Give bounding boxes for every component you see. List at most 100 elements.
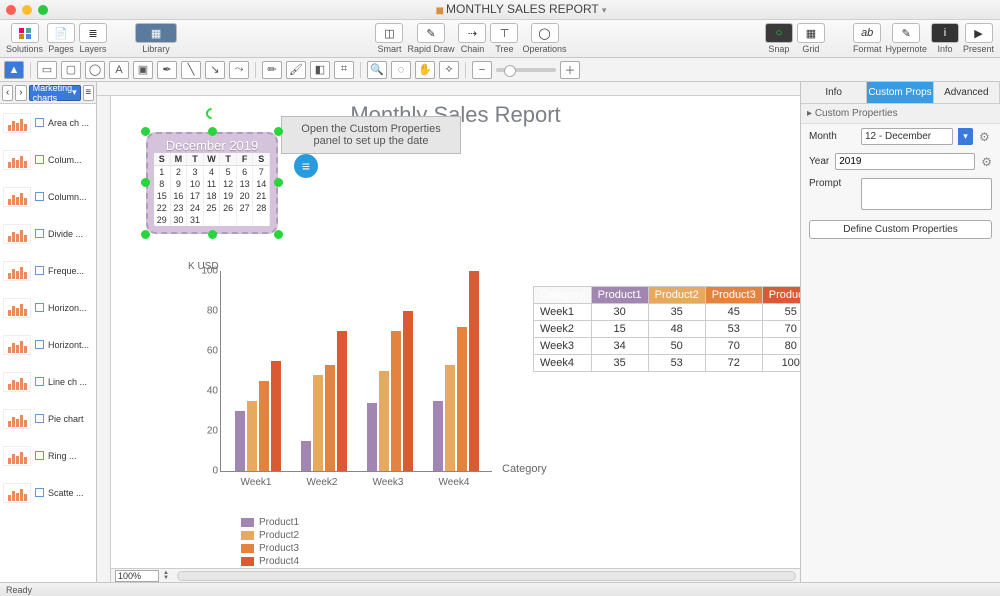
canvas-area[interactable]: Monthly Sales Report Open the Custom Pro…	[97, 82, 800, 582]
pointer-tool[interactable]: ▲	[4, 61, 24, 79]
horizontal-scrollbar[interactable]	[177, 571, 796, 581]
resize-handle[interactable]	[141, 178, 150, 187]
library-thumb-icon	[3, 298, 31, 318]
tree-button[interactable]: ⊤	[490, 23, 518, 43]
resize-handle[interactable]	[141, 230, 150, 239]
tab-advanced[interactable]: Advanced	[934, 82, 1000, 103]
define-custom-properties-button[interactable]: Define Custom Properties	[809, 220, 992, 239]
library-checkbox[interactable]	[35, 266, 44, 275]
resize-handle[interactable]	[274, 178, 283, 187]
lasso-tool[interactable]: ◌	[391, 61, 411, 79]
library-item[interactable]: Area ch ...	[0, 104, 96, 141]
zoom-tool[interactable]: 🔍	[367, 61, 387, 79]
library-item[interactable]: Column...	[0, 178, 96, 215]
resize-handle[interactable]	[208, 127, 217, 136]
zoom-value[interactable]: 100%	[115, 570, 159, 582]
action-menu-button[interactable]: ≡	[294, 154, 318, 178]
format-button[interactable]: ab	[853, 23, 881, 43]
operations-button[interactable]: ◯	[531, 23, 559, 43]
library-checkbox[interactable]	[35, 414, 44, 423]
library-item[interactable]: Colum...	[0, 141, 96, 178]
library-next-button[interactable]: ›	[15, 85, 26, 101]
zoom-stepper[interactable]: ▲▼	[163, 571, 173, 581]
gear-icon[interactable]: ⚙	[979, 130, 992, 143]
library-checkbox[interactable]	[35, 192, 44, 201]
library-item[interactable]: Freque...	[0, 252, 96, 289]
solutions-button[interactable]	[11, 23, 39, 43]
textbox-tool[interactable]: ▣	[133, 61, 153, 79]
library-checkbox[interactable]	[35, 155, 44, 164]
library-item[interactable]: Scatte ...	[0, 474, 96, 511]
chain-button[interactable]: ⇢	[458, 23, 486, 43]
year-input[interactable]	[835, 153, 975, 170]
month-select[interactable]: 12 - December	[861, 128, 953, 145]
x-tick: Week2	[294, 477, 350, 488]
hypernote-button[interactable]: ✎	[892, 23, 920, 43]
zoom-in-button[interactable]: ＋	[560, 61, 580, 79]
brush-tool[interactable]: 🖌	[286, 61, 306, 79]
close-window-icon[interactable]	[6, 5, 16, 15]
calendar-object[interactable]: December 2019 SMTWTFS1234567891011121314…	[146, 132, 278, 234]
library-collapse-button[interactable]: ≡	[83, 85, 94, 101]
x-tick: Week1	[228, 477, 284, 488]
zoom-out-button[interactable]: −	[472, 61, 492, 79]
pages-button[interactable]: 📄	[47, 23, 75, 43]
pen-tool[interactable]: ✒	[157, 61, 177, 79]
pencil-tool[interactable]: ✏	[262, 61, 282, 79]
rect-tool[interactable]: ▭	[37, 61, 57, 79]
tab-custom-props[interactable]: Custom Props	[867, 82, 933, 103]
library-picker[interactable]: Marketing charts▾	[29, 85, 81, 101]
library-prev-button[interactable]: ‹	[2, 85, 13, 101]
library-item[interactable]: Divide ...	[0, 215, 96, 252]
connector-tool[interactable]: ⤳	[229, 61, 249, 79]
tab-info[interactable]: Info	[801, 82, 867, 103]
bar-chart[interactable]: K USD 020406080100 Category Week1Week2We…	[186, 271, 496, 501]
info-button[interactable]: i	[931, 23, 959, 43]
zoom-slider[interactable]	[496, 68, 556, 72]
resize-handle[interactable]	[274, 127, 283, 136]
text-tool[interactable]: A	[109, 61, 129, 79]
resize-handle[interactable]	[141, 127, 150, 136]
stamp-tool[interactable]: ⌗	[334, 61, 354, 79]
library-thumb-icon	[3, 446, 31, 466]
line-tool[interactable]: ╲	[181, 61, 201, 79]
gear-icon[interactable]: ⚙	[981, 155, 992, 168]
maximize-window-icon[interactable]	[38, 5, 48, 15]
resize-handle[interactable]	[208, 230, 217, 239]
month-label: Month	[809, 131, 855, 142]
minimize-window-icon[interactable]	[22, 5, 32, 15]
library-checkbox[interactable]	[35, 118, 44, 127]
library-checkbox[interactable]	[35, 303, 44, 312]
library-item[interactable]: Pie chart	[0, 400, 96, 437]
snap-button[interactable]: ○	[765, 23, 793, 43]
hand-tool[interactable]: ✋	[415, 61, 435, 79]
library-checkbox[interactable]	[35, 488, 44, 497]
library-item-label: Horizon...	[48, 303, 93, 313]
library-item[interactable]: Horizont...	[0, 326, 96, 363]
library-thumb-icon	[3, 187, 31, 207]
library-checkbox[interactable]	[35, 340, 44, 349]
layers-button[interactable]: ≣	[79, 23, 107, 43]
data-table[interactable]: CategoryProduct1Product2Product3Product4…	[533, 286, 800, 372]
x-axis-label: Category	[502, 463, 547, 475]
eraser-tool[interactable]: ◧	[310, 61, 330, 79]
present-button[interactable]: ▶	[965, 23, 993, 43]
rapid-draw-button[interactable]: ✎	[417, 23, 445, 43]
rounded-rect-tool[interactable]: ▢	[61, 61, 81, 79]
library-item[interactable]: Line ch ...	[0, 363, 96, 400]
prompt-input[interactable]	[861, 178, 992, 210]
library-item[interactable]: Ring ...	[0, 437, 96, 474]
library-checkbox[interactable]	[35, 451, 44, 460]
crop-tool[interactable]: ⟡	[439, 61, 459, 79]
library-button[interactable]: ▦	[135, 23, 177, 43]
grid-button[interactable]: ▦	[797, 23, 825, 43]
library-item[interactable]: Horizon...	[0, 289, 96, 326]
library-checkbox[interactable]	[35, 229, 44, 238]
resize-handle[interactable]	[274, 230, 283, 239]
library-thumb-icon	[3, 150, 31, 170]
month-dropdown-button[interactable]: ▾	[958, 128, 973, 145]
smart-button[interactable]: ◫	[375, 23, 403, 43]
arrow-tool[interactable]: ↘	[205, 61, 225, 79]
library-checkbox[interactable]	[35, 377, 44, 386]
ellipse-tool[interactable]: ◯	[85, 61, 105, 79]
